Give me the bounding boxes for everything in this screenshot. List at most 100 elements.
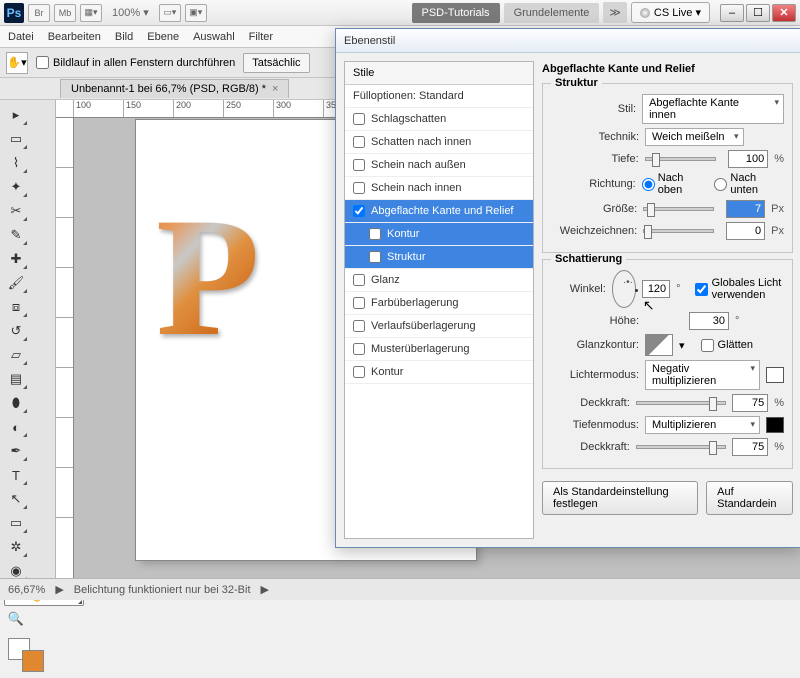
bridge-button[interactable]: Br: [28, 4, 50, 22]
style-item-4[interactable]: Abgeflachte Kante und Relief: [345, 200, 533, 223]
style-item-8[interactable]: Farbüberlagerung: [345, 292, 533, 315]
foreground-color-swatch[interactable]: [22, 650, 44, 672]
groesse-label: Größe:: [551, 203, 637, 215]
dodge-tool[interactable]: ◐: [4, 416, 28, 438]
status-message: Belichtung funktioniert nur bei 32-Bit: [74, 584, 251, 596]
technik-select[interactable]: Weich meißeln: [645, 128, 744, 146]
status-chevron[interactable]: ▶: [55, 583, 63, 596]
wand-tool[interactable]: ✦: [4, 176, 28, 198]
arrange-button[interactable]: ▭▾: [159, 4, 181, 22]
eraser-tool[interactable]: ▱: [4, 344, 28, 366]
document-tab[interactable]: Unbenannt-1 bei 66,7% (PSD, RGB/8) *×: [60, 79, 289, 98]
scroll-all-windows-checkbox[interactable]: Bildlauf in allen Fenstern durchführen: [36, 56, 235, 69]
app-bar: Ps Br Mb ▦▾ 100% ▾ ▭▾ ▣▾ PSD-Tutorials G…: [0, 0, 800, 26]
workspace-more[interactable]: ≫: [603, 2, 627, 23]
menu-bild[interactable]: Bild: [115, 31, 133, 43]
deck1-input[interactable]: 75: [732, 394, 769, 412]
global-light-checkbox[interactable]: Globales Licht verwenden: [695, 277, 784, 301]
zoom-field[interactable]: 66,67%: [8, 584, 45, 596]
blur-tool[interactable]: ⬮: [4, 392, 28, 414]
tiefe-slider[interactable]: [645, 157, 717, 161]
shadow-color-swatch[interactable]: [766, 417, 784, 433]
cursor-icon: ↖: [643, 297, 655, 314]
menu-bearbeiten[interactable]: Bearbeiten: [48, 31, 101, 43]
style-item-7[interactable]: Glanz: [345, 269, 533, 292]
schatt-legend: Schattierung: [551, 253, 626, 265]
stil-select[interactable]: Abgeflachte Kante innen: [642, 94, 784, 124]
blending-options-row[interactable]: Fülloptionen: Standard: [345, 85, 533, 108]
color-swatches[interactable]: [4, 638, 50, 678]
zoom-preset[interactable]: 100% ▾: [112, 6, 149, 19]
tiefe-input[interactable]: 100: [728, 150, 768, 168]
menu-ebene[interactable]: Ebene: [147, 31, 179, 43]
deck1-label: Deckkraft:: [551, 397, 630, 409]
screen-mode-button[interactable]: ▣▾: [185, 4, 207, 22]
styles-list-panel: Stile Fülloptionen: Standard Schlagschat…: [344, 61, 534, 539]
deck2-slider[interactable]: [636, 445, 726, 449]
pen-tool[interactable]: ✒: [4, 440, 28, 462]
groesse-slider[interactable]: [643, 207, 714, 211]
zoom-tool[interactable]: 🔍: [4, 608, 28, 630]
shape-tool[interactable]: ▭: [4, 512, 28, 534]
crop-tool[interactable]: ✂: [4, 200, 28, 222]
tool-preset-picker[interactable]: ✋▾: [6, 52, 28, 74]
deck2-input[interactable]: 75: [732, 438, 769, 456]
lasso-tool[interactable]: ⌇: [4, 152, 28, 174]
hoehe-input[interactable]: 30: [689, 312, 729, 330]
actual-pixels-button[interactable]: Tatsächlic: [243, 53, 309, 73]
hoehe-label: Höhe:: [551, 315, 639, 327]
style-item-5[interactable]: Kontur: [345, 223, 533, 246]
style-item-3[interactable]: Schein nach innen: [345, 177, 533, 200]
menu-datei[interactable]: Datei: [8, 31, 34, 43]
make-default-button[interactable]: Als Standardeinstellung festlegen: [542, 481, 698, 515]
angle-control[interactable]: ·•· ↖: [612, 270, 636, 308]
view-extras-button[interactable]: ▦▾: [80, 4, 102, 22]
reset-default-button[interactable]: Auf Standardein: [706, 481, 793, 515]
direction-up-radio[interactable]: Nach oben: [642, 172, 709, 196]
brush-tool[interactable]: 🖌: [4, 272, 28, 294]
workspace-tab-psd-tutorials[interactable]: PSD-Tutorials: [412, 3, 500, 23]
minibridge-button[interactable]: Mb: [54, 4, 76, 22]
dialog-titlebar[interactable]: Ebenenstil: [336, 29, 800, 53]
style-item-1[interactable]: Schatten nach innen: [345, 131, 533, 154]
style-item-9[interactable]: Verlaufsüberlagerung: [345, 315, 533, 338]
style-item-2[interactable]: Schein nach außen: [345, 154, 533, 177]
3d-tool[interactable]: ✲: [4, 536, 28, 558]
deck1-unit: %: [774, 397, 784, 409]
stamp-tool[interactable]: ⧈: [4, 296, 28, 318]
close-tab-icon[interactable]: ×: [272, 83, 278, 95]
type-tool[interactable]: T: [4, 464, 28, 486]
history-brush-tool[interactable]: ↺: [4, 320, 28, 342]
cs-live-button[interactable]: CS Live ▾: [631, 2, 710, 23]
glaetten-checkbox[interactable]: Glätten: [701, 339, 753, 352]
highlight-color-swatch[interactable]: [766, 367, 784, 383]
eyedropper-tool[interactable]: ✎: [4, 224, 28, 246]
winkel-input[interactable]: 120: [642, 280, 670, 298]
lichtermodus-select[interactable]: Negativ multiplizieren: [645, 360, 760, 390]
weich-slider[interactable]: [643, 229, 714, 233]
style-item-11[interactable]: Kontur: [345, 361, 533, 384]
maximize-button[interactable]: ☐: [746, 4, 770, 22]
healing-tool[interactable]: ✚: [4, 248, 28, 270]
deck1-slider[interactable]: [636, 401, 726, 405]
marquee-tool[interactable]: ▭: [4, 128, 28, 150]
menu-auswahl[interactable]: Auswahl: [193, 31, 235, 43]
groesse-input[interactable]: 7: [726, 200, 765, 218]
tiefenmodus-select[interactable]: Multiplizieren: [645, 416, 760, 434]
style-item-6[interactable]: Struktur: [345, 246, 533, 269]
gloss-contour-picker[interactable]: [645, 334, 673, 356]
direction-down-radio[interactable]: Nach unten: [714, 172, 784, 196]
weich-input[interactable]: 0: [726, 222, 765, 240]
style-item-0[interactable]: Schlagschatten: [345, 108, 533, 131]
styles-header[interactable]: Stile: [345, 62, 533, 85]
path-select-tool[interactable]: ↖: [4, 488, 28, 510]
minimize-button[interactable]: –: [720, 4, 744, 22]
close-button[interactable]: ✕: [772, 4, 796, 22]
menu-filter[interactable]: Filter: [249, 31, 273, 43]
style-item-10[interactable]: Musterüberlagerung: [345, 338, 533, 361]
workspace-tab-grundelemente[interactable]: Grundelemente: [504, 3, 600, 23]
move-tool[interactable]: ▸: [4, 104, 28, 126]
status-chevron-2[interactable]: ▶: [261, 583, 269, 596]
tiefe-unit: %: [774, 153, 784, 165]
gradient-tool[interactable]: ▤: [4, 368, 28, 390]
